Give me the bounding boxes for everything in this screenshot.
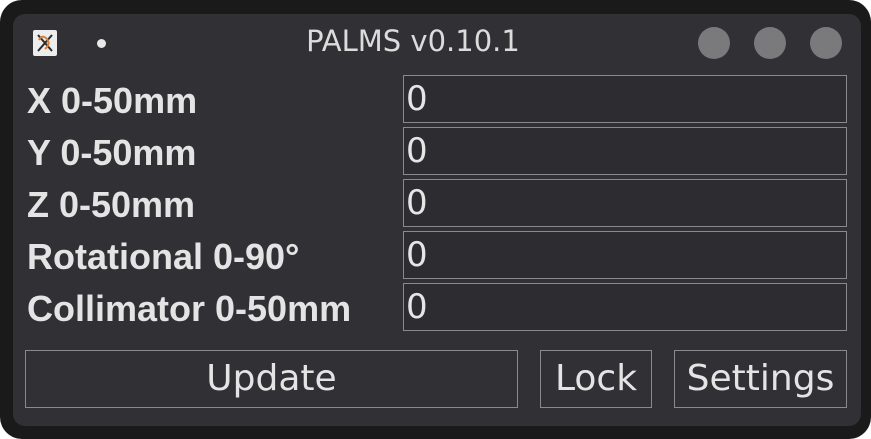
close-icon[interactable] — [810, 27, 842, 59]
x-axis-label: X 0-50mm — [27, 80, 198, 121]
collimator-label: Collimator 0-50mm — [27, 288, 352, 329]
y-axis-input[interactable]: 0 — [403, 127, 847, 175]
maximize-icon[interactable] — [754, 27, 786, 59]
settings-button[interactable]: Settings — [674, 350, 847, 408]
z-axis-input[interactable]: 0 — [403, 179, 847, 227]
update-button[interactable]: Update — [25, 350, 518, 408]
lock-button[interactable]: Lock — [540, 350, 652, 408]
window-frame: PALMS v0.10.1 X 0-50mm 0 Y 0-50mm 0 Z 0-… — [0, 0, 871, 439]
x-axis-input[interactable]: 0 — [403, 75, 847, 123]
window-title: PALMS v0.10.1 — [306, 24, 520, 58]
minimize-icon[interactable] — [698, 27, 730, 59]
rotational-label: Rotational 0-90° — [27, 236, 300, 277]
y-axis-label: Y 0-50mm — [27, 132, 197, 173]
title-bar[interactable]: PALMS v0.10.1 — [13, 14, 861, 72]
collimator-input[interactable]: 0 — [403, 283, 847, 331]
z-axis-label: Z 0-50mm — [27, 184, 196, 225]
app-window: PALMS v0.10.1 X 0-50mm 0 Y 0-50mm 0 Z 0-… — [13, 14, 861, 426]
rotational-input[interactable]: 0 — [403, 231, 847, 279]
